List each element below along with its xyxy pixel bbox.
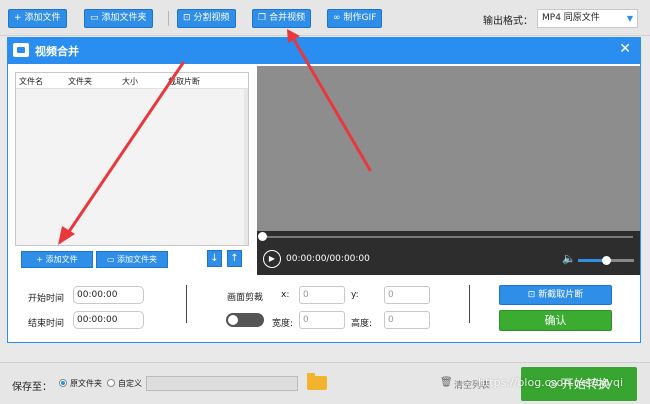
move-up-button[interactable]: ↑ bbox=[227, 250, 242, 267]
make-gif-button[interactable]: ∞ 制作GIF bbox=[327, 9, 383, 28]
crop-icon: ⊡ bbox=[527, 290, 539, 300]
crop-y-label: y: bbox=[351, 290, 359, 300]
file-list-scrollbar[interactable] bbox=[244, 89, 248, 245]
merge-dialog: 视频合并 ✕ 文件名 文件夹 大小 截取片断 + 添加文件 ▭ 添加文件夹 ↓ … bbox=[7, 37, 641, 343]
crop-height-input[interactable]: 0 bbox=[384, 311, 430, 329]
list-add-file-button[interactable]: + 添加文件 bbox=[21, 251, 93, 268]
output-format-select[interactable]: MP4 同原文件 ▼ bbox=[537, 9, 638, 28]
progress-track[interactable] bbox=[263, 236, 633, 238]
crop-icon: ⊡ bbox=[183, 13, 191, 23]
source-folder-radio[interactable] bbox=[59, 379, 67, 387]
volume-slider[interactable] bbox=[578, 256, 634, 265]
start-time-label: 开始时间 bbox=[28, 294, 65, 304]
make-gif-label: 制作GIF bbox=[343, 13, 377, 23]
divider bbox=[469, 285, 470, 323]
crop-y-value: 0 bbox=[388, 290, 394, 300]
crop-x-value: 0 bbox=[303, 290, 309, 300]
chevron-down-icon: ▼ bbox=[626, 14, 633, 23]
arrow-up-icon: ↑ bbox=[230, 253, 239, 264]
add-file-button[interactable]: + 添加文件 bbox=[8, 9, 67, 28]
crop-toggle[interactable] bbox=[226, 313, 264, 327]
player-controls: ▶ 00:00:00/00:00:00 🔈 bbox=[257, 231, 640, 275]
folder-icon: ▭ bbox=[90, 13, 99, 23]
crop-width-label: 宽度: bbox=[272, 319, 294, 329]
source-folder-label: 原文件夹 bbox=[70, 379, 102, 388]
merge-video-button[interactable]: ❐ 合并视频 bbox=[252, 9, 312, 28]
merge-icon: ❐ bbox=[258, 13, 267, 23]
split-video-label: 分割视频 bbox=[193, 13, 230, 23]
crop-height-value: 0 bbox=[388, 315, 394, 325]
list-add-folder-label: 添加文件夹 bbox=[117, 255, 158, 264]
new-clip-label: 新截取片断 bbox=[538, 290, 584, 300]
add-folder-label: 添加文件夹 bbox=[101, 13, 147, 23]
new-clip-button[interactable]: ⊡ 新截取片断 bbox=[499, 285, 612, 305]
end-time-label: 结束时间 bbox=[28, 319, 65, 329]
column-header[interactable]: 文件名 bbox=[19, 76, 43, 87]
plus-icon: + bbox=[36, 255, 46, 264]
custom-folder-label: 自定义 bbox=[118, 379, 142, 388]
plus-icon: + bbox=[14, 13, 22, 23]
split-video-button[interactable]: ⊡ 分割视频 bbox=[177, 9, 236, 28]
dialog-title: 视频合并 bbox=[35, 45, 79, 58]
output-format-label: 输出格式： bbox=[483, 16, 533, 27]
column-header[interactable]: 文件夹 bbox=[68, 76, 92, 87]
volume-icon[interactable]: 🔈 bbox=[562, 252, 576, 265]
crop-height-label: 高度: bbox=[351, 319, 373, 329]
progress-handle[interactable] bbox=[258, 232, 267, 241]
merge-video-label: 合并视频 bbox=[269, 13, 306, 23]
volume-handle[interactable] bbox=[602, 256, 611, 265]
crop-y-input[interactable]: 0 bbox=[384, 286, 430, 304]
output-format-value: MP4 同原文件 bbox=[542, 13, 600, 23]
folder-icon: ▭ bbox=[106, 255, 118, 264]
custom-folder-radio[interactable] bbox=[107, 379, 115, 387]
watermark: https://blog.csdn.net/tyyqi bbox=[478, 376, 624, 389]
column-header[interactable]: 大小 bbox=[122, 76, 138, 87]
confirm-button[interactable]: 确认 bbox=[499, 310, 612, 331]
crop-title: 画面剪裁 bbox=[227, 293, 264, 303]
crop-x-input[interactable]: 0 bbox=[299, 286, 345, 304]
output-path-input[interactable] bbox=[146, 376, 298, 391]
list-add-folder-button[interactable]: ▭ 添加文件夹 bbox=[96, 251, 168, 268]
folder-icon[interactable] bbox=[307, 373, 327, 390]
move-down-button[interactable]: ↓ bbox=[207, 250, 222, 267]
crop-width-value: 0 bbox=[303, 315, 309, 325]
video-merge-icon bbox=[13, 43, 29, 57]
play-button[interactable]: ▶ bbox=[263, 250, 281, 268]
crop-width-input[interactable]: 0 bbox=[299, 311, 345, 329]
end-time-input[interactable]: 00:00:00 bbox=[73, 311, 144, 329]
file-list[interactable]: 文件名 文件夹 大小 截取片断 bbox=[15, 72, 249, 246]
toolbar-divider bbox=[168, 11, 169, 26]
end-time-value: 00:00:00 bbox=[77, 315, 118, 325]
confirm-label: 确认 bbox=[544, 314, 567, 327]
dialog-titlebar: 视频合并 ✕ bbox=[8, 38, 640, 64]
main-toolbar: + 添加文件 ▭ 添加文件夹 ⊡ 分割视频 ❐ 合并视频 ∞ 制作GIF 输出格式： MP… bbox=[0, 0, 650, 36]
start-time-input[interactable]: 00:00:00 bbox=[73, 286, 144, 304]
crop-x-label: x: bbox=[281, 290, 290, 300]
close-icon[interactable]: ✕ bbox=[619, 41, 631, 57]
add-folder-button[interactable]: ▭ 添加文件夹 bbox=[84, 9, 153, 28]
save-to-label: 保存至： bbox=[12, 382, 52, 393]
play-icon: ▶ bbox=[268, 254, 276, 263]
arrow-down-icon: ↓ bbox=[210, 253, 219, 264]
add-file-label: 添加文件 bbox=[24, 13, 61, 23]
start-time-value: 00:00:00 bbox=[77, 290, 118, 300]
list-add-file-label: 添加文件 bbox=[45, 255, 78, 264]
column-header[interactable]: 截取片断 bbox=[168, 76, 200, 87]
divider bbox=[186, 285, 187, 323]
file-list-header: 文件名 文件夹 大小 截取片断 bbox=[16, 73, 248, 89]
trash-icon[interactable]: 🗑 bbox=[440, 377, 453, 388]
time-readout: 00:00:00/00:00:00 bbox=[286, 254, 370, 264]
link-icon: ∞ bbox=[333, 13, 341, 23]
